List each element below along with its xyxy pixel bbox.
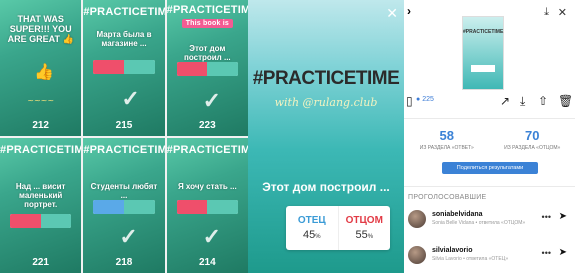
story-thumbnail[interactable]: #PRACTICETIME Над ... висит маленький по… (0, 137, 82, 273)
story-viewer: ✕ #PRACTICETIME with @rulang.club Этот д… (248, 0, 404, 273)
more-icon[interactable]: ••• (542, 212, 551, 222)
viewer-desc: Silvia Lavorio • ответила «ОТЕЦ» (432, 256, 509, 262)
action-bar: ▯ ● 225 ↗ ⤓ ⇧ 🗑 (404, 94, 575, 112)
close-icon[interactable]: ✕ (558, 6, 567, 19)
preview-hashtag: #PRACTICETIME (463, 29, 504, 35)
save-icon[interactable]: ⤓ (520, 94, 525, 109)
thumbnail-hashtag: #PRACTICETIME (166, 143, 248, 156)
story-thumbnail[interactable]: #PRACTICETIME Студенты любят ... ✓ 218 (83, 137, 165, 273)
story-phrase: Этот дом построил ... (262, 180, 390, 194)
avatar[interactable] (408, 246, 426, 264)
thumbnail-sentence: Студенты любят ... (90, 181, 158, 200)
stat-item: 70 ИЗ РАЗДЕЛА «ОТЦОМ» (490, 128, 575, 151)
stories-grid: THAT WAS SUPER!!! YOU ARE GREAT 👍 👍 ~~~~… (0, 0, 248, 273)
send-icon[interactable]: ➤ (559, 247, 567, 258)
poll-bar (176, 199, 238, 214)
stat-item: 58 ИЗ РАЗДЕЛА «ОТВЕТ» (404, 128, 490, 151)
stat-label: ИЗ РАЗДЕЛА «ОТЦОМ» (504, 145, 561, 151)
insights-panel: › ⤓ ✕ #PRACTICETIME ▯ ● 225 ↗ ⤓ ⇧ 🗑 58 И… (404, 0, 575, 273)
poll-sticker: ОТЕЦ 45% ОТЦОМ 55% (286, 206, 390, 250)
story-thumbnail[interactable]: #PRACTICETIME Я хочу стать ... ✓ 214 (166, 137, 248, 273)
checkmark-icon: ✓ (202, 223, 222, 249)
insights-icon[interactable]: ▯ (406, 94, 413, 108)
badge: This book is (181, 19, 233, 28)
delete-icon[interactable]: 🗑 (558, 94, 573, 108)
back-icon[interactable]: › (407, 4, 411, 18)
story-thumbnail[interactable]: #PRACTICETIME This book is Этот дом пост… (166, 0, 248, 136)
checkmark-icon: ✓ (202, 88, 222, 113)
thumbnail-hashtag: #PRACTICETIME (83, 6, 165, 18)
more-icon[interactable]: ••• (542, 248, 551, 258)
thumbnail-hashtag: #PRACTICETIME (83, 143, 165, 156)
poll-option[interactable]: ОТЦОМ 55% (339, 206, 391, 250)
thumbnail-signature: ~~~~ (27, 96, 55, 105)
poll-bar (93, 199, 155, 214)
poll-option-percent: 55% (355, 229, 374, 241)
avatar[interactable] (408, 210, 426, 228)
thumbnail-hashtag: #PRACTICETIME (0, 143, 82, 156)
thumbs-up-icon: 👍 (34, 64, 54, 81)
poll-option-label: ОТЕЦ (297, 215, 326, 226)
view-count: 223 (198, 119, 216, 131)
viewer-name: silvialavorio (432, 247, 473, 254)
view-count: 215 (115, 119, 133, 131)
view-count: 214 (198, 257, 216, 268)
story-handle: with @rulang.club (274, 96, 378, 109)
viewer-name: soniabelvidana (432, 211, 483, 218)
views-count[interactable]: ● 225 (416, 96, 434, 103)
stat-label: ИЗ РАЗДЕЛА «ОТВЕТ» (419, 145, 474, 151)
stat-value: 70 (525, 128, 540, 143)
thumbnail-caption: THAT WAS SUPER!!! YOU ARE GREAT 👍 (7, 14, 74, 44)
view-count: 218 (115, 257, 133, 268)
poll-option[interactable]: ОТЕЦ 45% (286, 206, 339, 250)
story-thumbnail[interactable]: THAT WAS SUPER!!! YOU ARE GREAT 👍 👍 ~~~~… (0, 0, 82, 136)
trend-icon[interactable]: ↗ (500, 94, 510, 108)
viewer-desc: Sonia Belle Vidana • ответила «ОТЦОМ» (432, 220, 526, 226)
download-icon[interactable]: ⤓ (544, 6, 549, 19)
divider (404, 186, 575, 187)
checkmark-icon: ✓ (119, 223, 138, 249)
poll-stats: 58 ИЗ РАЗДЕЛА «ОТВЕТ» 70 ИЗ РАЗДЕЛА «ОТЦ… (404, 128, 575, 151)
checkmark-icon: ✓ (121, 86, 140, 111)
story-preview[interactable]: #PRACTICETIME (462, 16, 504, 90)
poll-bar (10, 213, 72, 228)
thumbnail-hashtag: #PRACTICETIME This book is (166, 4, 248, 28)
poll-option-label: ОТЦОМ (345, 215, 383, 226)
viewer-row[interactable]: soniabelvidana Sonia Belle Vidana • отве… (404, 208, 575, 234)
send-icon[interactable]: ➤ (559, 211, 567, 222)
preview-poll (471, 65, 495, 72)
poll-bar (176, 62, 238, 76)
poll-bar (93, 60, 155, 74)
thumbnail-sentence: Над ... висит маленький портрет. (15, 181, 66, 209)
thumbnail-sentence: Я хочу стать ... (177, 181, 237, 191)
stat-value: 58 (439, 128, 454, 143)
divider (404, 118, 575, 119)
story-thumbnail[interactable]: #PRACTICETIME Марта была в магазине ... … (83, 0, 165, 136)
screen: THAT WAS SUPER!!! YOU ARE GREAT 👍 👍 ~~~~… (0, 0, 575, 273)
view-count: 221 (32, 257, 49, 268)
poll-option-percent: 45% (302, 229, 321, 241)
share-results-button[interactable]: Поделиться результатами (442, 162, 538, 174)
viewer-row[interactable]: silvialavorio Silvia Lavorio • ответила … (404, 244, 575, 270)
thumbnail-sentence: Этот дом построил ... (184, 44, 231, 62)
share-icon[interactable]: ⇧ (538, 94, 548, 108)
view-count: 212 (32, 119, 49, 131)
story-hashtag: #PRACTICETIME (252, 68, 400, 89)
thumbnail-sentence: Марта была в магазине ... (96, 30, 152, 48)
viewers-header: ПРОГОЛОСОВАВШИЕ (408, 194, 487, 201)
close-icon[interactable]: ✕ (386, 6, 398, 20)
